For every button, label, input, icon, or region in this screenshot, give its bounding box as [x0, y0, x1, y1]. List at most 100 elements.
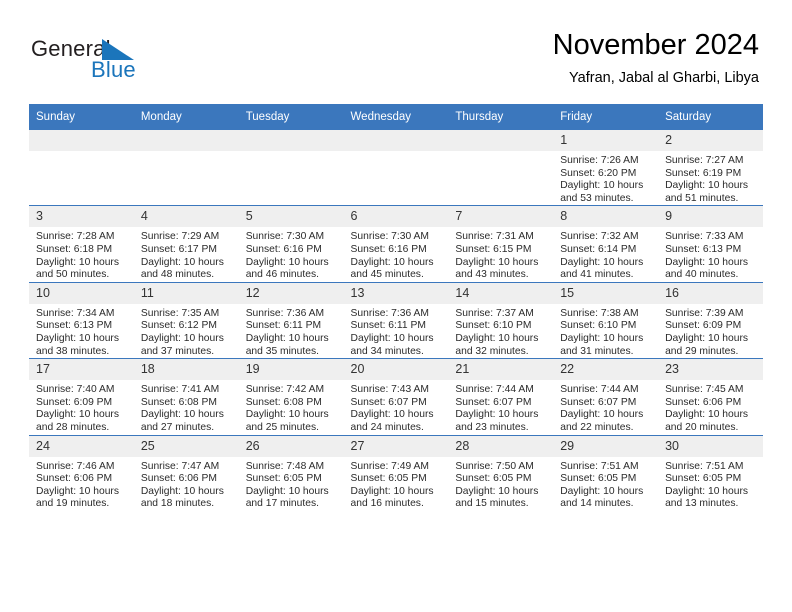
- calendar-day-cell[interactable]: 4 Sunrise: 7:29 AM Sunset: 6:17 PM Daylight…: [133, 205, 239, 283]
- calendar-day-cell[interactable]: 26 Sunrise: 7:48 AM Sunset: 6:05 PM Dayligh…: [238, 434, 344, 511]
- sunset-text: Sunset: 6:08 PM: [140, 396, 217, 408]
- daylight-text-cont: and 31 minutes.: [560, 345, 634, 357]
- calendar-day-cell[interactable]: 23 Sunrise: 7:45 AM Sunset: 6:06 PM Dayligh…: [658, 358, 763, 435]
- sunrise-text: Sunrise: 7:32 AM: [560, 231, 639, 243]
- sunset-text: Sunset: 6:06 PM: [36, 473, 113, 485]
- calendar-day-cell[interactable]: 16 Sunrise: 7:39 AM Sunset: 6:09 PM Dayligh…: [658, 281, 763, 359]
- day-details: Sunrise: 7:51 AM Sunset: 6:05 PM Daylight:…: [553, 457, 658, 511]
- daylight-text-cont: and 13 minutes.: [665, 498, 739, 510]
- daylight-text-cont: and 51 minutes.: [665, 192, 739, 204]
- calendar-day-cell[interactable]: 24 Sunrise: 7:46 AM Sunset: 6:06 PM Dayligh…: [29, 434, 134, 511]
- calendar-day-cell[interactable]: 10 Sunrise: 7:34 AM Sunset: 6:13 PM Dayligh…: [29, 281, 134, 359]
- weekday-header-wednesday: Wednesday: [343, 104, 449, 130]
- daylight-text-cont: and 28 minutes.: [36, 421, 110, 433]
- calendar-day-cell[interactable]: 18 Sunrise: 7:41 AM Sunset: 6:08 PM Dayligh…: [133, 358, 239, 435]
- daylight-text-cont: and 14 minutes.: [560, 498, 634, 510]
- day-number: 15: [553, 282, 659, 304]
- calendar-day-cell[interactable]: 28 Sunrise: 7:50 AM Sunset: 6:05 PM Dayligh…: [448, 434, 554, 511]
- sunrise-text: Sunrise: 7:41 AM: [140, 384, 220, 396]
- calendar-day-cell[interactable]: 21 Sunrise: 7:44 AM Sunset: 6:07 PM Dayligh…: [448, 358, 554, 435]
- sunset-text: Sunset: 6:13 PM: [36, 320, 113, 332]
- calendar-day-cell[interactable]: 12 Sunrise: 7:36 AM Sunset: 6:11 PM Dayligh…: [238, 281, 344, 359]
- day-number: [133, 130, 239, 151]
- sunset-text: Sunset: 6:10 PM: [560, 320, 637, 332]
- calendar-day-cell[interactable]: 2 Sunrise: 7:27 AM Sunset: 6:19 PM Daylight…: [658, 130, 763, 206]
- day-number: 26: [238, 435, 344, 457]
- calendar-day-cell[interactable]: 22 Sunrise: 7:44 AM Sunset: 6:07 PM Dayligh…: [553, 358, 659, 435]
- calendar-week-row: 10 Sunrise: 7:34 AM Sunset: 6:13 PM Dayligh…: [29, 281, 763, 359]
- day-number: 18: [133, 359, 239, 381]
- daylight-text-cont: and 32 minutes.: [455, 345, 529, 357]
- sunset-text: Sunset: 6:16 PM: [245, 243, 322, 255]
- calendar-day-cell[interactable]: 6 Sunrise: 7:30 AM Sunset: 6:16 PM Daylight…: [343, 205, 449, 283]
- daylight-text: Daylight: 10 hours: [140, 409, 224, 421]
- general-blue-logo[interactable]: General Blue: [31, 36, 231, 84]
- day-details: Sunrise: 7:37 AM Sunset: 6:10 PM Daylight:…: [448, 304, 553, 358]
- day-number: 16: [658, 282, 763, 304]
- calendar-day-cell[interactable]: 11 Sunrise: 7:35 AM Sunset: 6:12 PM Dayligh…: [133, 281, 239, 359]
- calendar-day-cell[interactable]: 1 Sunrise: 7:26 AM Sunset: 6:20 PM Daylight…: [553, 130, 659, 206]
- calendar-day-cell[interactable]: 17 Sunrise: 7:40 AM Sunset: 6:09 PM Dayligh…: [29, 358, 134, 435]
- daylight-text: Daylight: 10 hours: [350, 409, 434, 421]
- sunset-text: Sunset: 6:05 PM: [665, 473, 742, 485]
- sunrise-text: Sunrise: 7:37 AM: [455, 307, 534, 319]
- daylight-text: Daylight: 10 hours: [36, 485, 119, 497]
- sunset-text: Sunset: 6:06 PM: [140, 473, 217, 485]
- day-number: 19: [238, 359, 344, 381]
- calendar-day-cell[interactable]: 8 Sunrise: 7:32 AM Sunset: 6:14 PM Daylight…: [553, 205, 659, 283]
- sunset-text: Sunset: 6:05 PM: [350, 473, 427, 485]
- calendar-day-cell[interactable]: 7 Sunrise: 7:31 AM Sunset: 6:15 PM Daylight…: [448, 205, 554, 283]
- sunset-text: Sunset: 6:11 PM: [245, 320, 322, 332]
- daylight-text: Daylight: 10 hours: [245, 409, 329, 421]
- day-number: 7: [448, 206, 554, 228]
- sunrise-text: Sunrise: 7:34 AM: [36, 307, 115, 319]
- day-number: 6: [343, 206, 449, 228]
- sunrise-text: Sunrise: 7:35 AM: [140, 307, 220, 319]
- day-number: [238, 130, 344, 151]
- calendar-day-cell[interactable]: 30 Sunrise: 7:51 AM Sunset: 6:05 PM Dayligh…: [658, 434, 763, 511]
- calendar-day-cell[interactable]: 25 Sunrise: 7:47 AM Sunset: 6:06 PM Dayligh…: [133, 434, 239, 511]
- calendar-day-cell[interactable]: 20 Sunrise: 7:43 AM Sunset: 6:07 PM Dayligh…: [343, 358, 449, 435]
- day-number: [448, 130, 554, 151]
- day-number: 11: [133, 282, 239, 304]
- day-details: Sunrise: 7:43 AM Sunset: 6:07 PM Daylight:…: [344, 380, 449, 434]
- calendar-day-cell[interactable]: 27 Sunrise: 7:49 AM Sunset: 6:05 PM Dayligh…: [343, 434, 449, 511]
- sunrise-text: Sunrise: 7:29 AM: [140, 231, 220, 243]
- day-details: Sunrise: 7:45 AM Sunset: 6:06 PM Daylight:…: [658, 380, 763, 434]
- calendar-page: General Blue November 2024 Yafran, Jabal…: [0, 0, 792, 612]
- day-number: 17: [29, 359, 134, 381]
- sunrise-text: Sunrise: 7:44 AM: [455, 384, 534, 396]
- page-subtitle: Yafran, Jabal al Gharbi, Libya: [569, 70, 759, 86]
- sunrise-text: Sunrise: 7:33 AM: [665, 231, 744, 243]
- calendar-day-cell[interactable]: 5 Sunrise: 7:30 AM Sunset: 6:16 PM Daylight…: [238, 205, 344, 283]
- calendar-day-cell[interactable]: 29 Sunrise: 7:51 AM Sunset: 6:05 PM Dayligh…: [553, 434, 659, 511]
- sunrise-text: Sunrise: 7:44 AM: [560, 384, 639, 396]
- calendar-day-cell[interactable]: 3 Sunrise: 7:28 AM Sunset: 6:18 PM Daylight…: [29, 205, 134, 283]
- day-details: Sunrise: 7:36 AM Sunset: 6:11 PM Daylight:…: [344, 304, 449, 358]
- calendar-day-cell[interactable]: 15 Sunrise: 7:38 AM Sunset: 6:10 PM Dayligh…: [553, 281, 659, 359]
- sunset-text: Sunset: 6:05 PM: [560, 473, 637, 485]
- daylight-text-cont: and 19 minutes.: [36, 498, 110, 510]
- daylight-text: Daylight: 10 hours: [560, 409, 644, 421]
- daylight-text-cont: and 35 minutes.: [245, 345, 319, 357]
- calendar-day-cell[interactable]: 14 Sunrise: 7:37 AM Sunset: 6:10 PM Dayligh…: [448, 281, 554, 359]
- daylight-text: Daylight: 10 hours: [455, 256, 539, 268]
- sunset-text: Sunset: 6:10 PM: [455, 320, 532, 332]
- day-details: Sunrise: 7:35 AM Sunset: 6:12 PM Daylight:…: [134, 304, 239, 358]
- calendar-day-cell[interactable]: 19 Sunrise: 7:42 AM Sunset: 6:08 PM Dayligh…: [238, 358, 344, 435]
- calendar-day-cell[interactable]: 13 Sunrise: 7:36 AM Sunset: 6:11 PM Dayligh…: [343, 281, 449, 359]
- sunrise-text: Sunrise: 7:42 AM: [245, 384, 325, 396]
- day-number: 25: [133, 435, 239, 457]
- daylight-text: Daylight: 10 hours: [455, 332, 539, 344]
- day-details: Sunrise: 7:48 AM Sunset: 6:05 PM Daylight:…: [239, 457, 344, 511]
- sunrise-text: Sunrise: 7:28 AM: [36, 231, 115, 243]
- day-number: 3: [29, 206, 134, 228]
- sunset-text: Sunset: 6:15 PM: [455, 243, 532, 255]
- page-title: November 2024: [552, 29, 759, 61]
- calendar-day-cell[interactable]: 9 Sunrise: 7:33 AM Sunset: 6:13 PM Daylight…: [658, 205, 763, 283]
- day-details: Sunrise: 7:40 AM Sunset: 6:09 PM Daylight:…: [29, 380, 134, 434]
- logo-text-blue: Blue: [91, 57, 136, 82]
- daylight-text: Daylight: 10 hours: [665, 180, 749, 192]
- day-details: Sunrise: 7:50 AM Sunset: 6:05 PM Daylight:…: [448, 457, 553, 511]
- daylight-text-cont: and 18 minutes.: [140, 498, 215, 510]
